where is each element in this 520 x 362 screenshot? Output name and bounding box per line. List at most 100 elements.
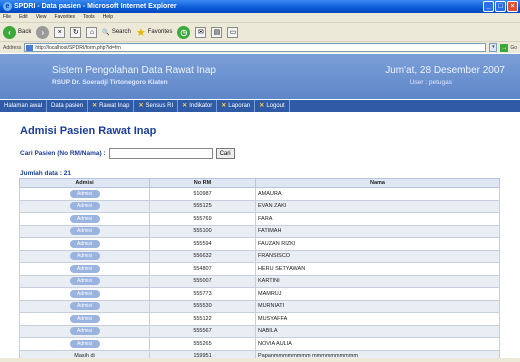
stop-icon[interactable]: × bbox=[54, 26, 66, 38]
admisi-button[interactable]: Admisi bbox=[69, 202, 100, 211]
ie-logo-icon: e bbox=[3, 2, 12, 11]
nav-laporan[interactable]: ✕ Laporan bbox=[217, 100, 256, 112]
app-title: Sistem Pengolahan Data Rawat Inap bbox=[52, 65, 216, 76]
nama-cell: NABILA bbox=[255, 324, 500, 338]
nav-sensus-ri[interactable]: ✕ Sensus RI bbox=[134, 100, 179, 112]
menu-edit[interactable]: Edit bbox=[19, 13, 28, 22]
nav-rawat-inap[interactable]: ✕ Rawat Inap bbox=[88, 100, 135, 112]
table-body: Admisi 510987 AMAURA Admisi 555125 EVAN ZAKI A… bbox=[19, 187, 500, 362]
no-rm-cell: 555122 bbox=[149, 312, 256, 326]
search-input[interactable] bbox=[108, 148, 213, 159]
history-icon[interactable]: ◷ bbox=[177, 25, 191, 39]
nama-cell: HERU SETYAWAN bbox=[255, 262, 500, 276]
admisi-button[interactable]: Admisi bbox=[69, 277, 100, 286]
nama-cell: AMAURA bbox=[255, 187, 500, 201]
table-row: Admisi 556632 FRANSISCO bbox=[19, 249, 500, 263]
refresh-icon[interactable]: ↻ bbox=[70, 26, 82, 38]
address-input[interactable]: http://localhost/SPDRI/form.php?id=frn bbox=[24, 43, 487, 52]
nav-logout[interactable]: ✕ Logout bbox=[255, 100, 290, 112]
no-rm-cell: 555530 bbox=[149, 299, 256, 313]
close-button[interactable]: × bbox=[507, 1, 518, 12]
favorites-button[interactable]: ★ Favorites bbox=[136, 26, 173, 39]
admisi-cell: Admisi bbox=[19, 224, 150, 238]
admisi-cell: Admisi bbox=[19, 199, 150, 213]
menu-file[interactable]: File bbox=[3, 13, 11, 22]
browser-toolbar: ‹ Back › × ↻ ⌂ 🔍 Search ★ Favorites ◷ ✉ … bbox=[0, 22, 520, 41]
admisi-button[interactable]: Admisi bbox=[69, 252, 100, 261]
back-button[interactable]: ‹ Back bbox=[3, 25, 32, 39]
admisi-button[interactable]: Admisi bbox=[69, 227, 100, 236]
nama-cell: FAUZAN RIZKI bbox=[255, 237, 500, 251]
admisi-cell: Admisi bbox=[19, 299, 150, 313]
no-rm-cell: 555265 bbox=[149, 337, 256, 351]
table-row: Admisi 555769 FARA bbox=[19, 212, 500, 226]
patient-table: Admisi No RM Nama Admisi 510987 AMAURA Admi… bbox=[19, 178, 500, 362]
admisi-cell: Admisi bbox=[19, 324, 150, 338]
menu-tools[interactable]: Tools bbox=[83, 13, 95, 22]
no-rm-cell: 554807 bbox=[149, 262, 256, 276]
admisi-cell: Admisi bbox=[19, 237, 150, 251]
search-form: Cari Pasien (No RM/Nama) : Cari bbox=[20, 148, 235, 159]
search-button[interactable]: Cari bbox=[215, 148, 235, 159]
menu-help[interactable]: Help bbox=[103, 13, 113, 22]
table-row: Admisi 555265 NOVIA AULIA bbox=[19, 337, 500, 351]
admisi-button[interactable]: Admisi bbox=[69, 189, 100, 198]
maximize-button[interactable]: □ bbox=[495, 1, 506, 12]
nav-data-pasien[interactable]: Data pasien bbox=[47, 100, 89, 112]
nav-halaman-awal[interactable]: Halaman awal bbox=[0, 100, 48, 112]
table-row: Admisi 555100 FATIMAH bbox=[19, 224, 500, 238]
table-row: Admisi 510987 AMAURA bbox=[19, 187, 500, 201]
admisi-button[interactable]: Admisi bbox=[69, 314, 100, 323]
address-url: http://localhost/SPDRI/form.php?id=frn bbox=[35, 45, 121, 51]
forward-button[interactable]: › bbox=[36, 25, 50, 39]
page-title: Admisi Pasien Rawat Inap bbox=[20, 125, 157, 137]
nama-cell: MAMRUJ bbox=[255, 287, 500, 301]
expand-x-icon: ✕ bbox=[92, 103, 98, 109]
window-title: SPDRI - Data pasien - Microsoft Internet… bbox=[14, 3, 177, 10]
menu-bar: File Edit View Favorites Tools Help bbox=[0, 13, 520, 22]
table-row: Admisi 555773 MAMRUJ bbox=[19, 287, 500, 301]
col-nama: Nama bbox=[255, 178, 500, 188]
no-rm-cell: 555769 bbox=[149, 212, 256, 226]
mail-icon[interactable]: ✉ bbox=[195, 26, 207, 38]
admisi-cell: Admisi bbox=[19, 212, 150, 226]
col-admisi: Admisi bbox=[19, 178, 150, 188]
admisi-button[interactable]: Admisi bbox=[69, 239, 100, 248]
admisi-button[interactable]: Admisi bbox=[69, 327, 100, 336]
no-rm-cell: 555594 bbox=[149, 237, 256, 251]
back-label: Back bbox=[18, 29, 32, 35]
nama-cell: MUSYAFFA bbox=[255, 312, 500, 326]
nama-cell: FARA bbox=[255, 212, 500, 226]
no-rm-cell: 555567 bbox=[149, 324, 256, 338]
admisi-button[interactable]: Admisi bbox=[69, 339, 100, 348]
print-icon[interactable]: ▤ bbox=[211, 26, 223, 38]
search-icon: 🔍 bbox=[102, 29, 110, 36]
admisi-cell: Admisi bbox=[19, 274, 150, 288]
no-rm-cell: 555773 bbox=[149, 287, 256, 301]
nama-cell: FRANSISCO bbox=[255, 249, 500, 263]
table-row: Admisi 555125 EVAN ZAKI bbox=[19, 199, 500, 213]
no-rm-cell: 555007 bbox=[149, 274, 256, 288]
status-bar bbox=[0, 358, 520, 362]
address-dropdown[interactable]: ▾ bbox=[489, 43, 498, 52]
star-icon: ★ bbox=[135, 26, 146, 39]
nama-cell: NOVIA AULIA bbox=[255, 337, 500, 351]
admisi-button[interactable]: Admisi bbox=[69, 302, 100, 311]
favorites-label: Favorites bbox=[147, 29, 173, 35]
back-arrow-icon: ‹ bbox=[3, 25, 16, 39]
home-icon[interactable]: ⌂ bbox=[86, 26, 98, 38]
admisi-button[interactable]: Admisi bbox=[69, 264, 100, 273]
table-row: Admisi 555594 FAUZAN RIZKI bbox=[19, 237, 500, 251]
admisi-button[interactable]: Admisi bbox=[69, 289, 100, 298]
menu-favorites[interactable]: Favorites bbox=[54, 13, 75, 22]
expand-x-icon: ✕ bbox=[221, 103, 227, 109]
search-button[interactable]: 🔍 Search bbox=[102, 29, 131, 36]
table-row: Admisi 555122 MUSYAFFA bbox=[19, 312, 500, 326]
menu-view[interactable]: View bbox=[36, 13, 47, 22]
edit-icon[interactable]: ▭ bbox=[227, 26, 239, 38]
nav-indikator[interactable]: ✕ Indikator bbox=[178, 100, 218, 112]
go-button[interactable]: → Go bbox=[500, 43, 517, 52]
admisi-button[interactable]: Admisi bbox=[69, 214, 100, 223]
minimize-button[interactable]: _ bbox=[483, 1, 494, 12]
search-label: Cari Pasien (No RM/Nama) : bbox=[20, 150, 106, 157]
